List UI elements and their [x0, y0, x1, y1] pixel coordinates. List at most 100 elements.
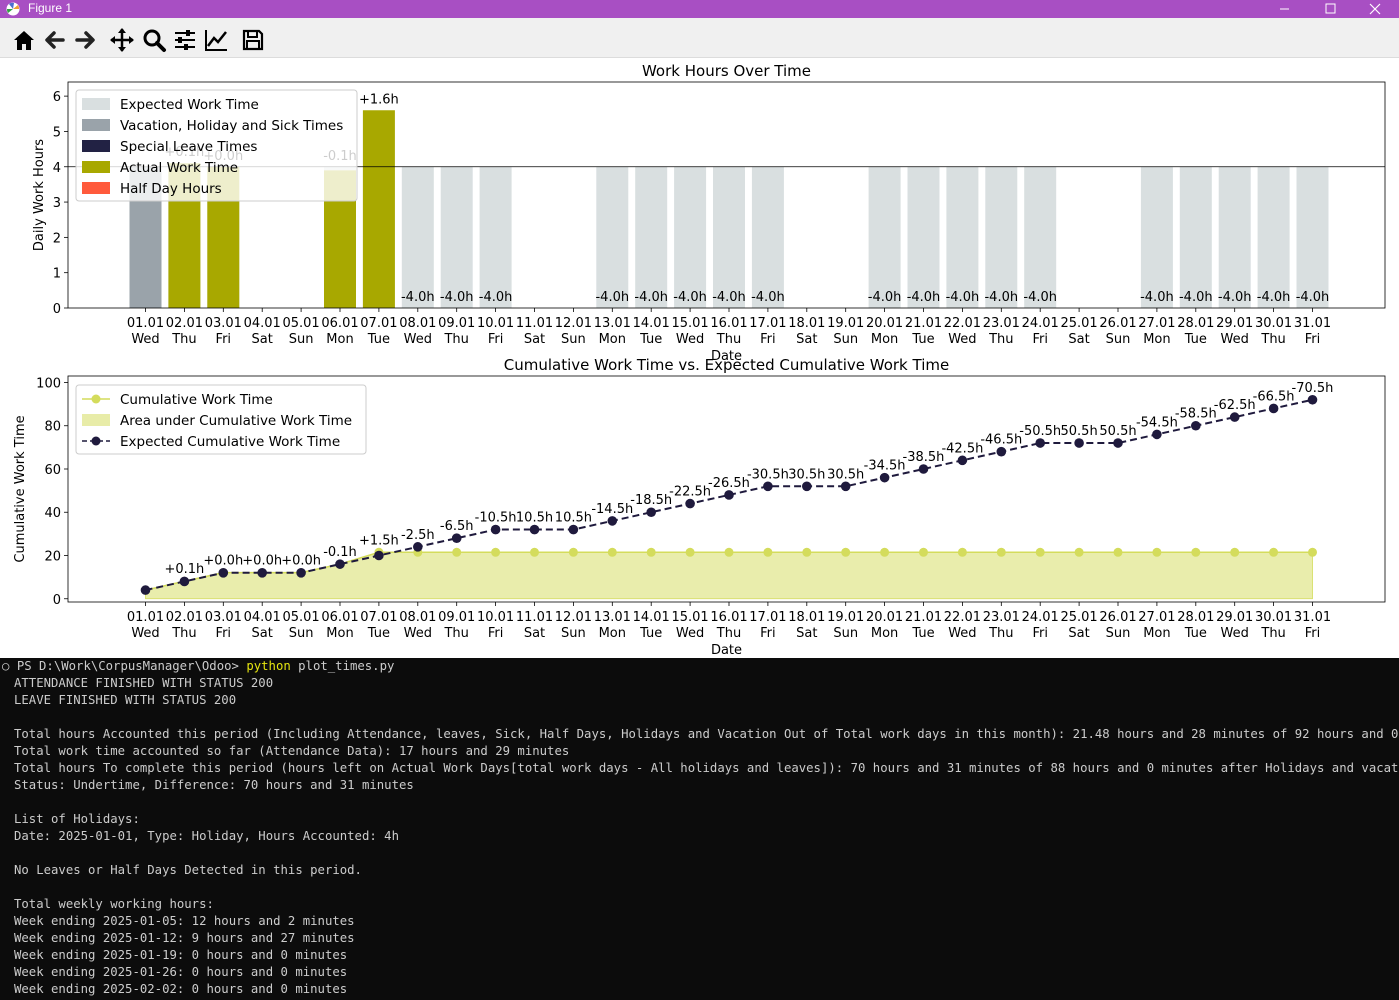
expected-work-time-bar — [907, 166, 940, 308]
chart1-legend-label: Special Leave Times — [120, 139, 257, 155]
cumulative-work-time-point — [724, 547, 734, 557]
expected-cumulative-point — [140, 585, 151, 595]
chart1-xtick-label-day: Fri — [216, 332, 232, 347]
chart2-xtick-label-day: Fri — [1305, 626, 1321, 641]
chart2-xtick-label-date: 08.01 — [399, 610, 436, 625]
cumulative-data-label: -42.5h — [941, 441, 983, 456]
minimize-button[interactable] — [1261, 0, 1307, 18]
chart2-xtick-label-day: Fri — [760, 626, 776, 641]
expected-cumulative-point — [879, 472, 890, 483]
pan-icon — [110, 28, 134, 52]
cumulative-work-time-point — [685, 547, 695, 557]
back-button[interactable] — [42, 27, 68, 53]
chart2-xtick-label-day: Mon — [871, 626, 898, 641]
chart1-xtick-label-day: Mon — [599, 332, 626, 347]
chart2-legend-label: Cumulative Work Time — [120, 392, 273, 408]
expected-cumulative-point — [1152, 429, 1162, 440]
expected-cumulative-point — [724, 490, 734, 500]
chart2-xtick-label-date: 29.01 — [1216, 610, 1253, 625]
expected-cumulative-point — [607, 516, 618, 526]
chart1-xtick-label-day: Fri — [1305, 332, 1321, 347]
expected-work-time-bar — [946, 166, 979, 308]
chart2-xtick-label-day: Tue — [911, 626, 934, 641]
chart2-xtick-label-day: Thu — [1260, 626, 1285, 641]
expected-work-time-bar — [440, 166, 473, 308]
zoom-button[interactable] — [141, 27, 167, 53]
chart1-xtick-label-date: 08.01 — [399, 316, 436, 331]
chart1-xtick-label-day: Tue — [911, 332, 934, 347]
expected-work-time-bar — [1257, 166, 1290, 308]
terminal-line: Date: 2025-01-01, Type: Holiday, Hours A… — [14, 829, 399, 843]
chart2-xtick-label-day: Thu — [443, 626, 468, 641]
bar-data-label: -4.0h — [673, 290, 707, 305]
chart2-legend-swatch-marker — [91, 394, 101, 404]
chart2-xtick-label-day: Wed — [948, 626, 976, 641]
expected-work-time-bar — [985, 166, 1018, 308]
expected-work-time-bar — [596, 166, 629, 308]
expected-work-time-bar — [479, 166, 512, 308]
cumulative-data-label: -18.5h — [630, 493, 672, 508]
cumulative-data-label: 10.5h — [516, 511, 553, 526]
cumulative-work-time-point — [1308, 547, 1317, 557]
chart1-ytick-label: 0 — [53, 302, 61, 317]
save-button[interactable] — [240, 27, 266, 53]
chart1-xtick-label-date: 03.01 — [205, 316, 242, 331]
cumulative-data-label: 30.5h — [788, 467, 825, 482]
home-button[interactable] — [11, 27, 37, 53]
configure-subplots-button[interactable] — [172, 27, 198, 53]
chart1-xtick-label-day: Mon — [871, 332, 898, 347]
chart2-xtick-label-date: 15.01 — [671, 610, 708, 625]
minimize-icon — [1280, 8, 1289, 10]
chart1-xtick-label-day: Thu — [716, 332, 741, 347]
chart2-title: Cumulative Work Time vs. Expected Cumula… — [504, 356, 949, 374]
chart2-ytick-label: 60 — [44, 463, 61, 478]
cumulative-data-label: -6.5h — [440, 519, 474, 534]
chart2-xtick-label-day: Thu — [171, 626, 196, 641]
cumulative-data-label: -30.5h — [747, 467, 789, 482]
terminal-line: List of Holidays: — [14, 812, 140, 826]
cumulative-work-time-point — [802, 547, 812, 557]
chart2-xtick-label-date: 23.01 — [983, 610, 1020, 625]
expected-work-time-bar — [635, 166, 668, 308]
chart1-xtick-label-day: Sat — [1068, 332, 1089, 347]
chart1-xtick-label-day: Wed — [948, 332, 976, 347]
cumulative-work-time-point — [841, 547, 851, 557]
home-icon — [14, 31, 34, 50]
prompt-dot-icon: ○ — [2, 659, 17, 673]
chart1-xtick-label-date: 15.01 — [671, 316, 708, 331]
bar-data-label: -4.0h — [1179, 290, 1213, 305]
cumulative-work-time-point — [1269, 547, 1279, 557]
maximize-button[interactable] — [1307, 0, 1353, 18]
chart1-xtick-label-date: 12.01 — [555, 316, 592, 331]
chart2-xtick-label-date: 09.01 — [438, 610, 475, 625]
cumulative-work-time-point — [607, 547, 617, 557]
expected-cumulative-point — [1074, 438, 1084, 448]
edit-axis-button[interactable] — [203, 27, 229, 53]
close-button[interactable] — [1352, 0, 1398, 18]
forward-button[interactable] — [72, 27, 98, 53]
chart2-ytick-label: 0 — [53, 593, 61, 608]
expected-work-time-bar — [751, 166, 784, 308]
terminal-panel[interactable]: ○ PS D:\Work\CorpusManager\Odoo> python … — [0, 658, 1399, 1000]
chart2-xtick-label-date: 26.01 — [1099, 610, 1136, 625]
terminal-prompt: PS D:\Work\CorpusManager\Odoo> — [16, 659, 247, 673]
chart1-ytick-label: 4 — [53, 161, 61, 176]
chart2-xtick-label-date: 05.01 — [282, 610, 319, 625]
bar-data-label: -4.0h — [907, 290, 941, 305]
chart1-xtick-label-date: 28.01 — [1177, 316, 1214, 331]
chart2-xtick-label-date: 04.01 — [244, 610, 281, 625]
expected-work-time-bar — [1296, 166, 1329, 308]
expected-cumulative-point — [413, 542, 423, 552]
chart2-xtick-label-day: Wed — [676, 626, 704, 641]
chart2-xtick-label-date: 20.01 — [866, 610, 903, 625]
chart1-xtick-label-date: 30.01 — [1255, 316, 1292, 331]
expected-cumulative-point — [374, 550, 384, 561]
cumulative-work-time-point — [919, 547, 928, 557]
cumulative-data-label: -10.5h — [475, 511, 517, 526]
pan-button[interactable] — [109, 27, 135, 53]
expected-cumulative-point — [996, 446, 1007, 457]
cumulative-data-label: +1.5h — [359, 533, 399, 548]
expected-work-time-bar — [1179, 166, 1212, 308]
figure-canvas[interactable]: Work Hours Over Time Date Daily Work Hours… — [0, 58, 1399, 658]
back-icon — [45, 31, 65, 49]
